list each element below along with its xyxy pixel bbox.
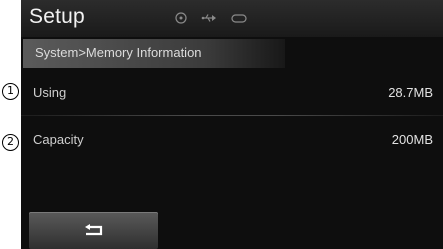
row-divider — [21, 115, 443, 116]
capacity-value: 200MB — [391, 132, 433, 147]
header-bar: Setup — [21, 0, 443, 37]
callout-number-1: 1 — [2, 83, 19, 100]
aux-icon — [231, 13, 247, 23]
page-title: Setup — [29, 5, 85, 28]
back-arrow-icon — [82, 221, 106, 240]
back-button[interactable] — [29, 212, 158, 249]
memory-row-using: Using 28.7MB — [21, 70, 443, 116]
breadcrumb: System>Memory Information — [35, 45, 202, 60]
using-label: Using — [33, 85, 67, 100]
callout-number-2: 2 — [2, 134, 19, 151]
usb-icon — [201, 13, 217, 23]
disc-icon — [175, 12, 187, 24]
status-icons — [175, 9, 247, 27]
memory-row-capacity: Capacity 200MB — [21, 117, 443, 163]
capacity-label: Capacity — [33, 132, 84, 147]
breadcrumb-bar: System>Memory Information — [23, 39, 285, 68]
using-value: 28.7MB — [388, 85, 433, 100]
setup-screen: Setup System>Memory Information Using 28… — [21, 0, 443, 249]
